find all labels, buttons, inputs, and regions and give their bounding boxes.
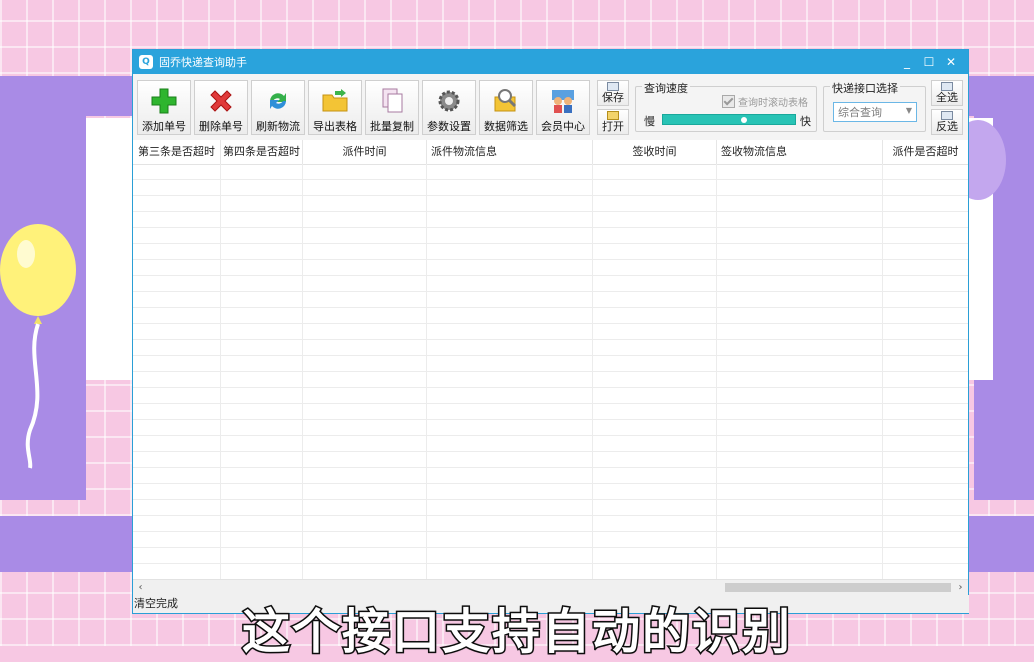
delete-x-icon	[210, 90, 232, 112]
data-filter-button[interactable]: 数据筛选	[479, 80, 533, 135]
checkbox-check-icon	[722, 95, 735, 108]
open-button[interactable]: 打开	[597, 109, 629, 135]
scroll-table-label: 查询时滚动表格	[738, 98, 808, 109]
courier-interface-group: 快递接口选择 综合查询 ▼	[823, 80, 926, 132]
member-center-button[interactable]: 会员中心	[536, 80, 590, 135]
toolbar-label: 数据筛选	[484, 120, 528, 133]
courier-interface-title: 快递接口选择	[830, 80, 900, 96]
toolbar-label: 导出表格	[313, 120, 357, 133]
save-button[interactable]: 保存	[597, 80, 629, 106]
magnifier-icon	[494, 89, 517, 112]
batch-copy-button[interactable]: 批量复制	[365, 80, 419, 135]
open-folder-icon	[607, 111, 619, 120]
app-logo-icon: Q	[139, 55, 153, 69]
column-header[interactable]: 派件物流信息	[427, 140, 593, 164]
save-icon	[607, 82, 619, 91]
column-divider	[716, 164, 717, 579]
plus-icon	[151, 88, 177, 114]
slow-label: 慢	[644, 115, 655, 128]
column-divider	[220, 164, 221, 579]
minimize-button[interactable]: _	[896, 55, 918, 69]
invert-selection-label: 反选	[936, 120, 958, 133]
folder-export-icon	[322, 89, 348, 112]
toolbar-label: 刷新物流	[256, 120, 300, 133]
courier-interface-select[interactable]: 综合查询 ▼	[833, 102, 917, 122]
toolbar-label: 添加单号	[142, 120, 186, 133]
column-header[interactable]: 第四条是否超时	[221, 140, 303, 164]
column-header[interactable]: 签收时间	[593, 140, 717, 164]
copy-icon	[382, 88, 403, 113]
query-speed-group: 查询速度 查询时滚动表格 慢 快	[635, 80, 817, 132]
column-header[interactable]: 第三条是否超时	[133, 140, 221, 164]
app-window: Q 固乔快递查询助手 _ ☐ ✕ 添加单号 删除单号 刷新物流 导出表格 批量复…	[132, 49, 969, 614]
title-bar: Q 固乔快递查询助手 _ ☐ ✕	[133, 50, 968, 74]
settings-button[interactable]: 参数设置	[422, 80, 476, 135]
invert-selection-icon	[941, 111, 953, 120]
open-label: 打开	[602, 120, 624, 133]
toolbar-label: 批量复制	[370, 120, 414, 133]
scrollbar-thumb[interactable]	[725, 583, 951, 592]
column-divider	[426, 164, 427, 579]
column-divider	[302, 164, 303, 579]
invert-selection-button[interactable]: 反选	[931, 109, 963, 135]
column-divider	[592, 164, 593, 579]
export-table-button[interactable]: 导出表格	[308, 80, 362, 135]
scroll-table-checkbox[interactable]: 查询时滚动表格	[722, 94, 808, 109]
column-header[interactable]: 签收物流信息	[717, 140, 883, 164]
toolbar-label: 会员中心	[541, 120, 585, 133]
refresh-icon	[270, 93, 286, 109]
toolbar-label: 参数设置	[427, 120, 471, 133]
refresh-logistics-button[interactable]: 刷新物流	[251, 80, 305, 135]
column-header[interactable]: 派件时间	[303, 140, 427, 164]
select-all-icon	[941, 82, 953, 91]
add-number-button[interactable]: 添加单号	[137, 80, 191, 135]
fast-label: 快	[800, 115, 811, 128]
table-body	[133, 164, 968, 579]
save-label: 保存	[602, 91, 624, 104]
select-all-label: 全选	[936, 91, 958, 104]
select-all-button[interactable]: 全选	[931, 80, 963, 106]
maximize-button[interactable]: ☐	[918, 55, 940, 69]
table-header: 第三条是否超时 第四条是否超时 派件时间 派件物流信息 签收时间 签收物流信息 …	[133, 140, 968, 165]
video-subtitle: 这个接口支持自动的识别	[240, 603, 792, 662]
gear-icon	[438, 90, 460, 112]
toolbar: 添加单号 删除单号 刷新物流 导出表格 批量复制 参数设置 数据筛选 会员中心 …	[133, 74, 968, 140]
toolbar-label: 删除单号	[199, 120, 243, 133]
query-speed-title: 查询速度	[642, 80, 690, 96]
tracking-table[interactable]: 第三条是否超时 第四条是否超时 派件时间 派件物流信息 签收时间 签收物流信息 …	[133, 140, 968, 579]
chevron-down-icon: ▼	[905, 106, 912, 115]
yellow-balloon-icon	[0, 224, 76, 469]
close-button[interactable]: ✕	[940, 55, 962, 69]
column-header[interactable]: 派件是否超时	[883, 140, 968, 164]
slider-thumb[interactable]	[741, 117, 747, 123]
column-divider	[882, 164, 883, 579]
window-title: 固乔快递查询助手	[159, 56, 247, 69]
courier-interface-value: 综合查询	[838, 106, 882, 119]
members-icon	[552, 90, 574, 113]
delete-number-button[interactable]: 删除单号	[194, 80, 248, 135]
speed-slider[interactable]	[662, 114, 796, 125]
